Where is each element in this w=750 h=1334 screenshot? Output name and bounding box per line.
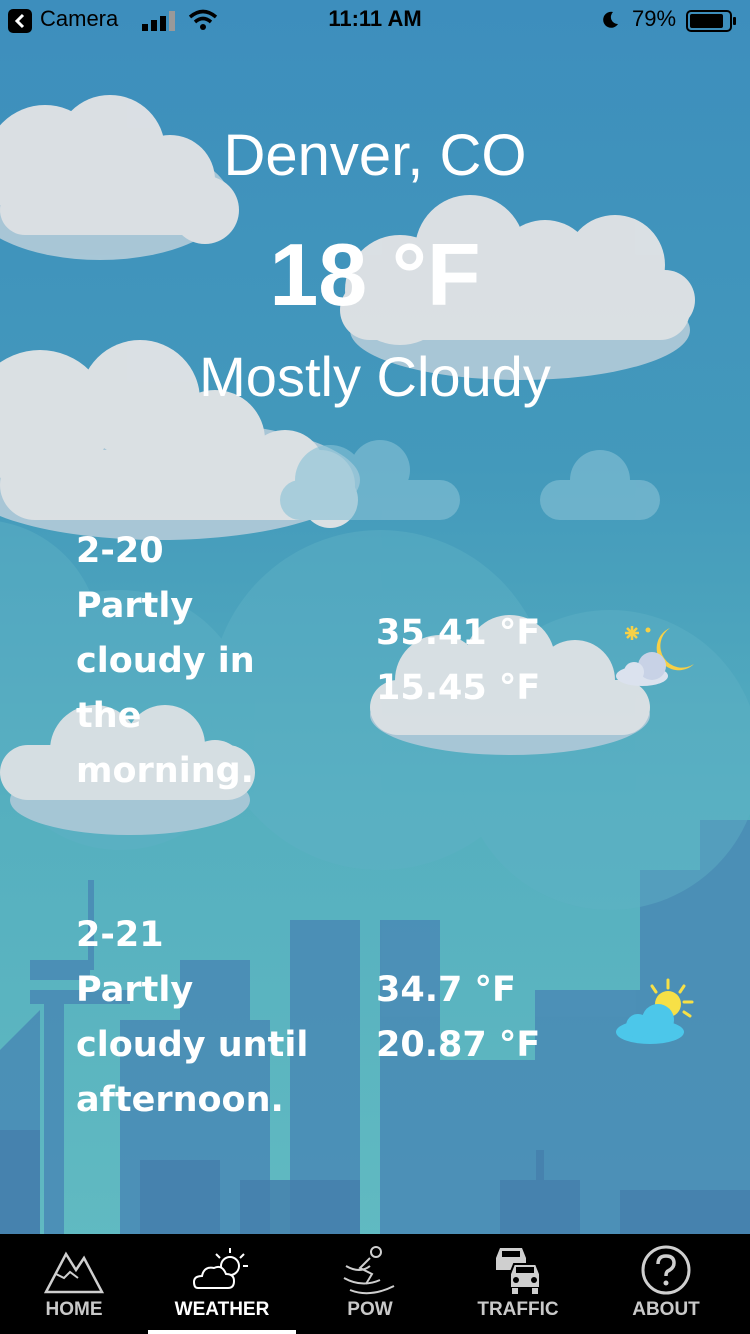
tab-about[interactable]: ABOUT xyxy=(592,1234,740,1334)
forecast-summary: Partly cloudy in the morning. xyxy=(76,586,255,791)
question-icon xyxy=(641,1245,691,1295)
bottom-tab-bar: HOME WEATHER POW TRAFFIC ABOUT xyxy=(0,1234,750,1334)
forecast-high: 35.41 °F xyxy=(376,613,541,653)
do-not-disturb-icon xyxy=(603,11,618,28)
active-tab-indicator xyxy=(148,1330,296,1334)
forecast-high: 34.7 °F xyxy=(376,970,516,1010)
battery-icon xyxy=(686,10,736,32)
tab-home[interactable]: HOME xyxy=(0,1234,148,1334)
app-screen: Camera 11:11 AM 79% Denver, CO 18 °F Mos… xyxy=(0,0,750,1334)
current-temperature: 18 °F xyxy=(269,225,481,324)
skier-icon xyxy=(343,1246,395,1295)
battery-percentage: 79% xyxy=(632,6,677,31)
tab-pow[interactable]: POW xyxy=(296,1234,444,1334)
forecast-date: 2-20 xyxy=(76,531,164,571)
tab-weather[interactable]: WEATHER xyxy=(148,1234,296,1334)
forecast-low: 15.45 °F xyxy=(376,668,541,708)
current-condition: Mostly Cloudy xyxy=(199,345,551,408)
partly-cloudy-night-icon xyxy=(616,626,694,686)
tab-label: TRAFFIC xyxy=(477,1299,559,1320)
forecast-summary: Partly cloudy until afternoon. xyxy=(76,970,309,1120)
forecast-date: 2-21 xyxy=(76,915,164,955)
forecast-low: 20.87 °F xyxy=(376,1025,541,1065)
tab-label: HOME xyxy=(45,1299,103,1320)
partly-cloudy-day-icon xyxy=(616,978,694,1044)
tab-label: ABOUT xyxy=(632,1299,700,1320)
weather-icon xyxy=(192,1248,248,1289)
city-name: Denver, CO xyxy=(223,123,527,188)
tab-label: POW xyxy=(347,1299,393,1320)
tab-label: WEATHER xyxy=(174,1299,270,1320)
status-bar: Camera 11:11 AM 79% xyxy=(0,0,750,40)
cars-icon xyxy=(496,1248,541,1294)
mountain-icon xyxy=(44,1251,104,1294)
tab-traffic[interactable]: TRAFFIC xyxy=(444,1234,592,1334)
